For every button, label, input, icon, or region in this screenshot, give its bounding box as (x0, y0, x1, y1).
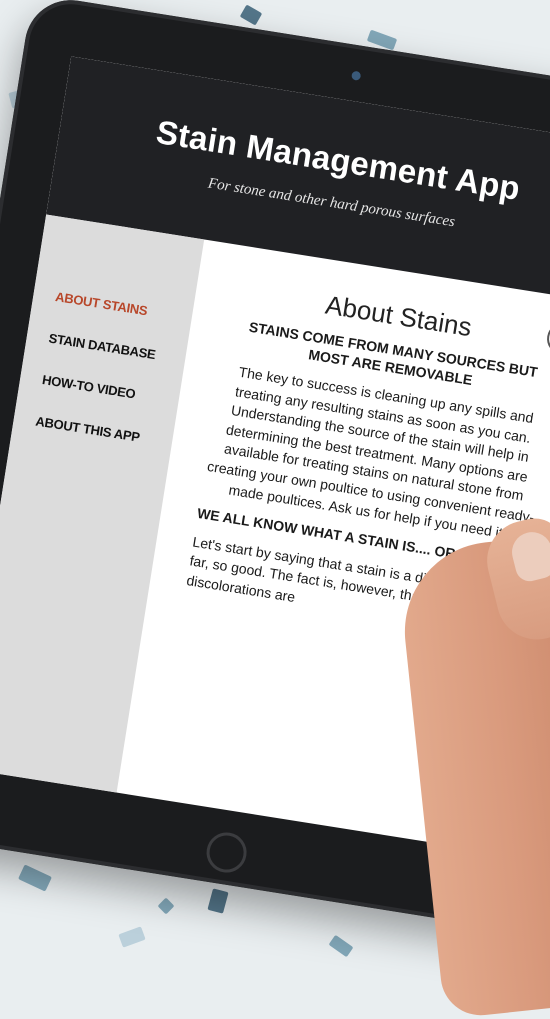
sidebar-item-about-stains[interactable]: ABOUT STAINS (54, 289, 148, 318)
sidebar-item-how-to-video[interactable]: HOW-TO VIDEO (41, 372, 136, 402)
sidebar-item-stain-database[interactable]: STAIN DATABASE (48, 330, 157, 362)
home-button-icon[interactable] (203, 829, 250, 876)
sidebar-item-about-this-app[interactable]: ABOUT THIS APP (35, 413, 141, 444)
camera-icon (351, 70, 362, 81)
